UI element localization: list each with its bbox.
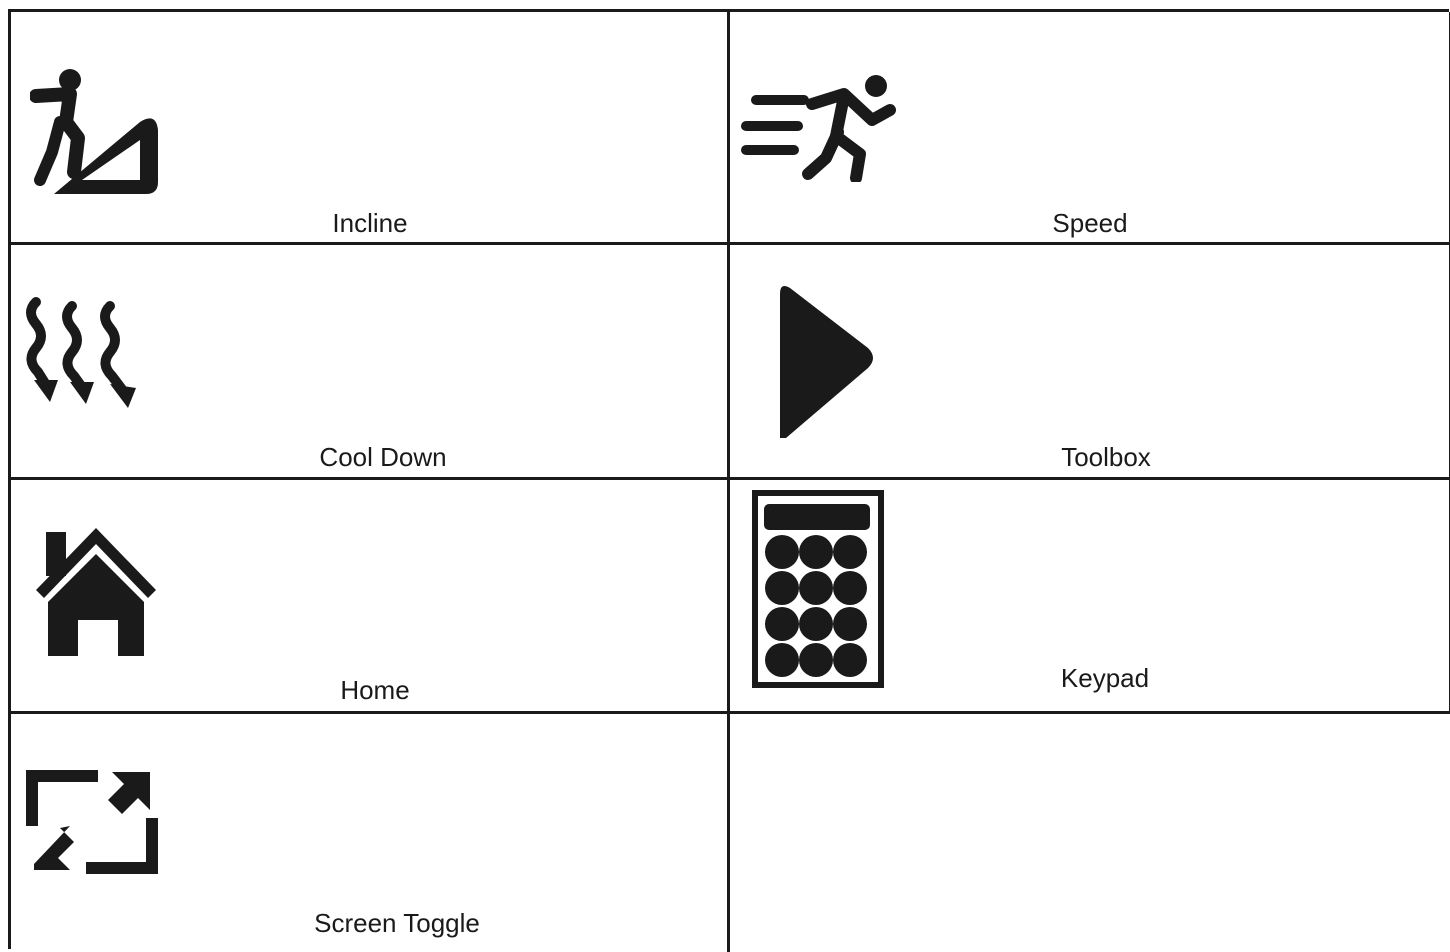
- cool-down-label: Cool Down: [319, 442, 447, 472]
- speed-label: Speed: [1052, 208, 1128, 238]
- toolbox-label: Toolbox: [1061, 442, 1151, 472]
- icon-legend-table: [8, 9, 1450, 952]
- screen-toggle-icon: [26, 770, 158, 874]
- play-icon: [780, 286, 873, 438]
- incline-icon: [30, 69, 158, 194]
- home-icon: [36, 528, 156, 656]
- speed-icon: [741, 75, 896, 182]
- incline-label: Incline: [332, 208, 408, 238]
- table-row-divider: [11, 711, 1450, 714]
- keypad-label: Keypad: [1060, 663, 1150, 693]
- table-row-divider: [11, 242, 1450, 245]
- home-label: Home: [340, 675, 410, 705]
- cool-down-icon: [26, 297, 136, 408]
- keypad-icon: [752, 490, 884, 688]
- table-column-divider: [727, 12, 730, 952]
- screen-toggle-label: Screen Toggle: [314, 908, 480, 938]
- table-row-divider: [11, 477, 1450, 480]
